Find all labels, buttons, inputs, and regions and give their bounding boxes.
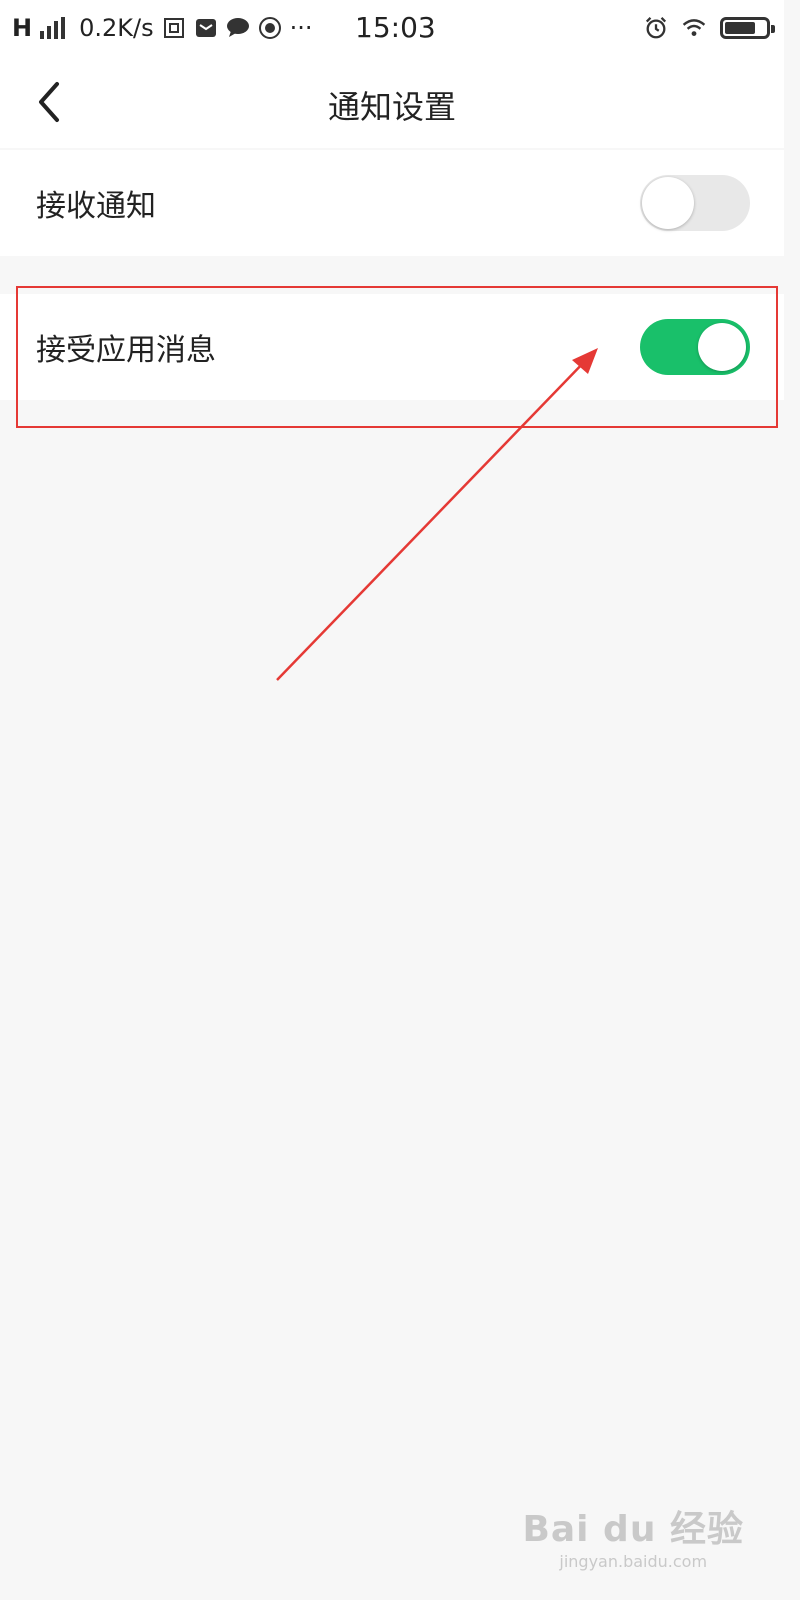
page-title: 通知设置 [327, 88, 456, 126]
app-icon [258, 16, 282, 40]
mail-icon [194, 16, 218, 40]
status-bar-left: H 0.2K/s ··· [12, 10, 312, 46]
toggle-knob [698, 323, 746, 371]
setting-row-accept-app-messages: 接受应用消息 [0, 294, 784, 400]
status-bar-right [644, 12, 775, 44]
setting-row-receive-notifications: 接收通知 [0, 150, 784, 256]
nav-bar: 通知设置 [0, 56, 784, 148]
status-bar: H 0.2K/s ··· 15:03 [0, 0, 784, 56]
chat-icon [226, 16, 250, 40]
more-indicator: ··· [289, 14, 313, 42]
battery-icon [720, 17, 775, 39]
receive-notifications-toggle[interactable] [640, 175, 750, 231]
notification-icon [162, 16, 186, 40]
battery-fill [725, 22, 755, 34]
setting-label: 接收通知 [36, 189, 156, 224]
signal-icon [40, 17, 66, 39]
watermark-url: jingyan.baidu.com [559, 1552, 708, 1571]
alarm-icon [644, 16, 668, 40]
watermark-logo: Bai du 经验 [522, 1509, 744, 1550]
watermark: Bai du 经验 jingyan.baidu.com [522, 1500, 744, 1571]
accept-app-messages-toggle[interactable] [640, 319, 750, 375]
data-rate: 0.2K/s [79, 14, 154, 42]
wifi-icon [682, 16, 706, 40]
setting-label: 接受应用消息 [36, 333, 216, 368]
toggle-knob [642, 177, 694, 229]
network-type: H [12, 14, 33, 42]
status-time: 15:03 [355, 11, 436, 44]
